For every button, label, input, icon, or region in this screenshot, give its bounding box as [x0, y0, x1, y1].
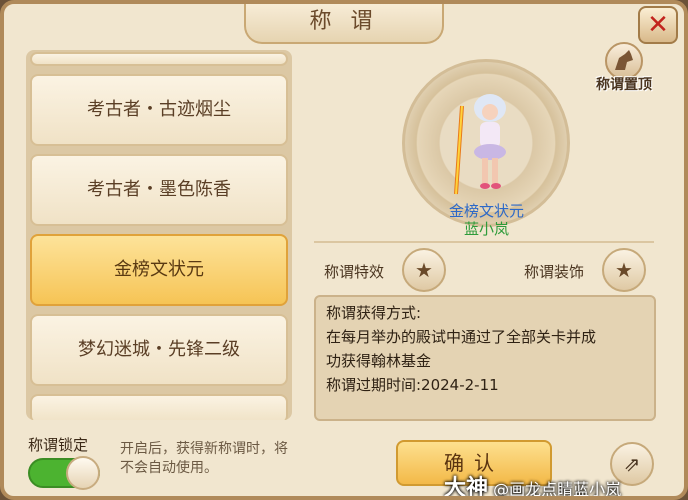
divider — [314, 241, 654, 243]
effects-button[interactable]: ★ — [402, 248, 446, 292]
title-panel: 称 谓 ✕ 考古者・古迹烟尘 考古者・墨色陈香 金榜文状元 梦幻迷城・先锋二级 … — [0, 0, 688, 500]
description-line: 称谓获得方式: — [326, 304, 422, 322]
close-button[interactable]: ✕ — [638, 6, 678, 44]
effects-label: 称谓特效 — [324, 263, 385, 281]
title-description: 称谓获得方式: 在每月举办的殿试中通过了全部关卡并成 功获得翰林基金 称谓过期时… — [314, 295, 656, 421]
list-item[interactable]: 考古者・古迹烟尘 — [30, 74, 288, 146]
pin-title-label: 称谓置顶 — [596, 77, 652, 93]
character-avatar — [454, 94, 506, 195]
close-icon: ✕ — [647, 10, 669, 40]
title-list[interactable]: 考古者・古迹烟尘 考古者・墨色陈香 金榜文状元 梦幻迷城・先锋二级 — [26, 50, 292, 420]
window-title: 称 谓 — [244, 4, 444, 44]
list-item[interactable]: 梦幻迷城・先锋二级 — [30, 314, 288, 386]
lock-hint: 开启后，获得新称谓时，将不会自动使用。 — [120, 441, 288, 476]
description-line: 在每月举办的殿试中通过了全部关卡并成 — [326, 328, 597, 346]
star-icon: ★ — [615, 258, 633, 282]
description-line: 功获得翰林基金 — [326, 352, 432, 370]
lock-label: 称谓锁定 — [28, 436, 89, 454]
decor-button[interactable]: ★ — [602, 248, 646, 292]
star-icon: ★ — [415, 258, 433, 282]
toggle-knob — [66, 456, 100, 490]
pin-title-button[interactable]: 称谓置顶 — [584, 42, 664, 94]
list-item[interactable]: 考古者・墨色陈香 — [30, 154, 288, 226]
decor-label: 称谓装饰 — [524, 263, 585, 281]
character-name: 蓝小岚 — [463, 220, 509, 238]
watermark-brand: 大神 — [444, 476, 489, 500]
list-item[interactable] — [30, 52, 288, 66]
lock-toggle[interactable] — [28, 456, 100, 490]
description-line: 称谓过期时间:2024-2-11 — [326, 376, 499, 394]
watermark-text: @画龙点睛蓝小岚 — [493, 480, 622, 499]
list-item-selected[interactable]: 金榜文状元 — [30, 234, 288, 306]
share-icon: ⇗ — [623, 452, 641, 476]
watermark: 大神 @画龙点睛蓝小岚 — [444, 470, 622, 500]
list-item[interactable] — [30, 394, 288, 420]
